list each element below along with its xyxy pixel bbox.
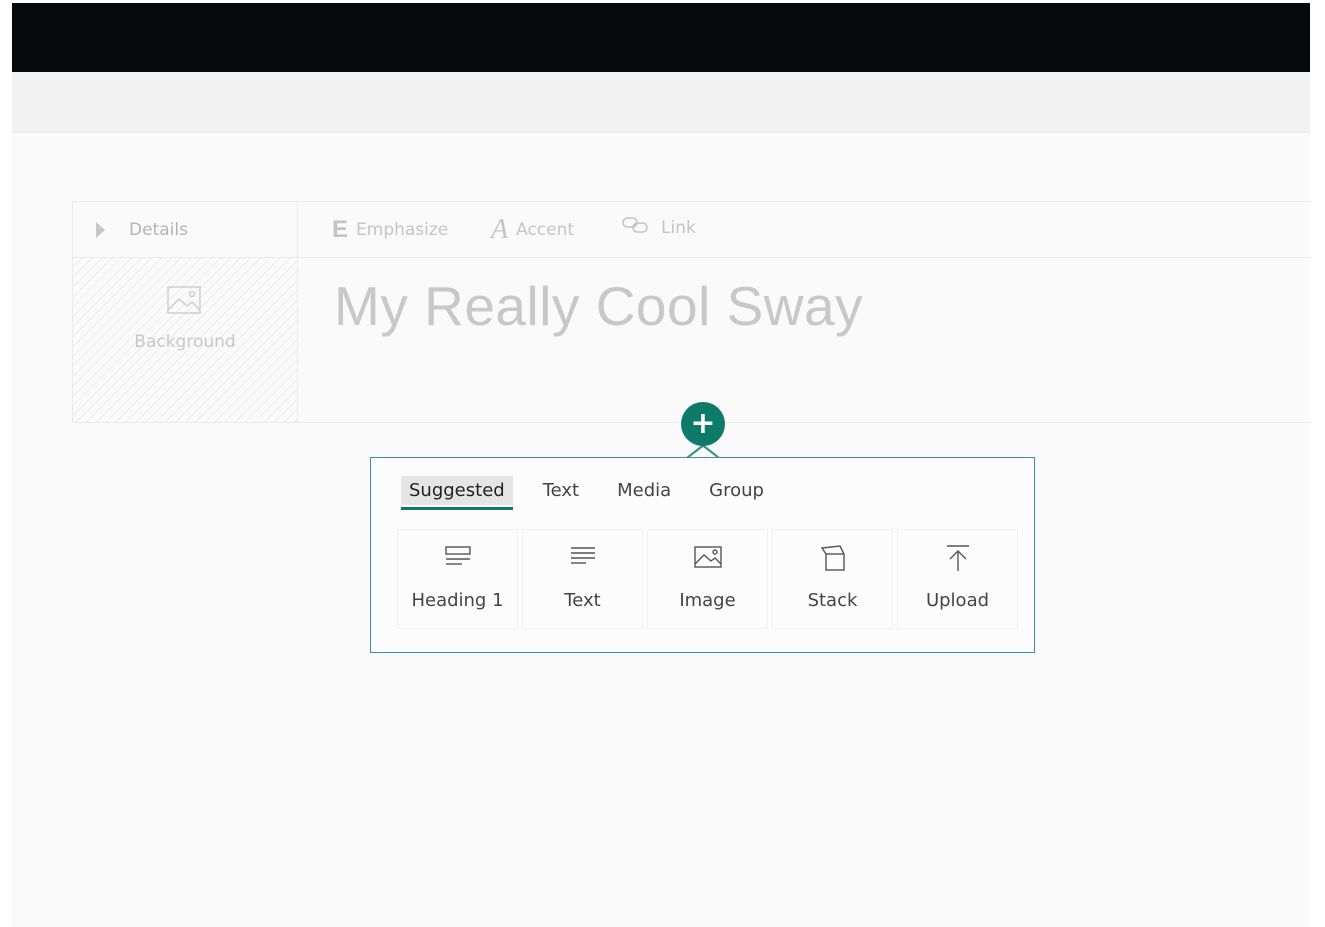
- link-label: Link: [661, 217, 696, 238]
- background-slot[interactable]: Background: [73, 258, 297, 422]
- tile-label: Stack: [807, 590, 858, 611]
- details-label: Details: [129, 219, 188, 240]
- tab-suggested[interactable]: Suggested: [401, 476, 513, 510]
- title-card: Details Background E Emphasize A Accent …: [72, 201, 1310, 423]
- card-content: E Emphasize A Accent Link My Really Cool…: [298, 202, 1310, 422]
- tile-upload[interactable]: Upload: [897, 529, 1018, 629]
- tile-label: Heading 1: [411, 590, 504, 611]
- heading-icon: [398, 544, 517, 570]
- insert-tiles: Heading 1 Text Image Stack Upload: [397, 529, 1022, 629]
- stack-icon: [773, 544, 892, 572]
- caret-right-icon: [96, 221, 105, 238]
- tab-text[interactable]: Text: [535, 476, 587, 505]
- image-icon: [167, 286, 201, 318]
- accent-button[interactable]: A Accent: [491, 216, 574, 244]
- title-bar: [12, 3, 1310, 72]
- link-icon: [621, 216, 651, 239]
- insert-content-popup: Suggested Text Media Group Heading 1 Tex…: [370, 457, 1035, 653]
- accent-label: Accent: [516, 220, 575, 240]
- tile-label: Text: [564, 590, 601, 611]
- sway-title[interactable]: My Really Cool Sway: [334, 274, 863, 338]
- emphasize-button[interactable]: E Emphasize: [332, 216, 448, 244]
- accent-icon: A: [491, 214, 509, 245]
- upload-icon: [898, 544, 1017, 572]
- background-label: Background: [134, 332, 236, 352]
- toolbar-strip: [12, 72, 1310, 133]
- insert-tabs: Suggested Text Media Group: [401, 476, 794, 510]
- details-toggle[interactable]: Details: [73, 202, 297, 258]
- insert-content-button[interactable]: +: [681, 402, 725, 446]
- plus-icon: +: [690, 406, 716, 441]
- tile-heading-1[interactable]: Heading 1: [397, 529, 518, 629]
- tile-stack[interactable]: Stack: [772, 529, 893, 629]
- tile-image[interactable]: Image: [647, 529, 768, 629]
- tile-label: Image: [679, 590, 736, 611]
- link-button[interactable]: Link: [621, 216, 696, 239]
- emphasize-icon: E: [332, 216, 349, 243]
- image-icon: [648, 544, 767, 570]
- tab-media[interactable]: Media: [609, 476, 679, 505]
- emphasize-label: Emphasize: [356, 220, 449, 240]
- text-lines-icon: [523, 544, 642, 570]
- tab-group[interactable]: Group: [701, 476, 772, 505]
- tile-label: Upload: [925, 590, 990, 611]
- format-toolbar: E Emphasize A Accent Link: [298, 202, 1310, 258]
- tile-text[interactable]: Text: [522, 529, 643, 629]
- card-side-panel: Details Background: [73, 202, 298, 422]
